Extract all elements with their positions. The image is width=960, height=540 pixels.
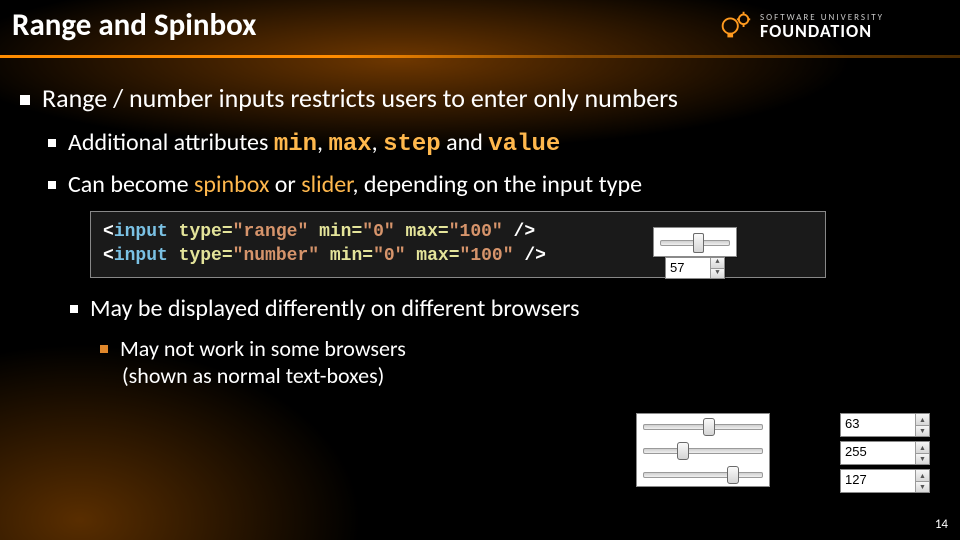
spinner-buttons[interactable]: ▲▼ <box>710 258 724 278</box>
chevron-up-icon[interactable]: ▲ <box>710 258 724 269</box>
chevron-up-icon[interactable]: ▲ <box>915 470 929 482</box>
text: , <box>372 128 383 157</box>
text: , depending on the input type <box>352 170 642 199</box>
number-value[interactable]: 127 <box>841 470 915 492</box>
logo: SOFTWARE UNIVERSITY FOUNDATION <box>716 4 946 48</box>
text: (shown as normal text-boxes) <box>122 362 384 389</box>
range-slider-demo[interactable] <box>653 227 737 257</box>
text: or <box>269 170 301 199</box>
chevron-down-icon[interactable]: ▼ <box>915 426 929 437</box>
text: May be displayed differently on differen… <box>90 294 580 323</box>
text: and <box>441 128 489 157</box>
lightbulb-gear-icon <box>716 7 754 45</box>
bullet-1: Range / number inputs restricts users to… <box>20 82 940 114</box>
number-spinbox-demo[interactable]: 57 ▲▼ <box>665 257 725 279</box>
chevron-up-icon[interactable]: ▲ <box>915 414 929 426</box>
slider-demo[interactable] <box>637 462 769 486</box>
bullet-2c: May be displayed differently on differen… <box>70 294 940 323</box>
number-value[interactable]: 63 <box>841 414 915 436</box>
bullet-icon <box>48 139 56 147</box>
number-spinbox-demo[interactable]: 63▲▼ <box>840 413 930 437</box>
chevron-down-icon[interactable]: ▼ <box>915 454 929 465</box>
bullet-1-text: Range / number inputs restricts users to… <box>42 82 678 114</box>
attr-step: step <box>383 131 441 158</box>
slider-group-demo <box>636 413 770 487</box>
slider-demo[interactable] <box>637 414 769 438</box>
text: May not work in some browsers <box>120 335 406 362</box>
attr-min: min <box>274 131 317 158</box>
slide-title: Range and Spinbox <box>12 6 256 44</box>
kw-slider: slider <box>301 170 352 199</box>
text: Can become <box>68 170 194 199</box>
logo-text-lower: FOUNDATION <box>760 22 884 40</box>
bullet-icon <box>100 345 108 353</box>
page-number: 14 <box>935 517 948 532</box>
text: , <box>317 128 328 157</box>
chevron-up-icon[interactable]: ▲ <box>915 442 929 454</box>
attr-value: value <box>488 131 560 158</box>
text: Additional attributes <box>68 128 274 157</box>
bullet-3: May not work in some browsers (shown as … <box>100 335 940 389</box>
number-value[interactable]: 255 <box>841 442 915 464</box>
number-spinbox-demo[interactable]: 255▲▼ <box>840 441 930 465</box>
chevron-down-icon[interactable]: ▼ <box>710 269 724 279</box>
attr-max: max <box>328 131 371 158</box>
title-underline <box>0 55 960 58</box>
bullet-icon <box>48 181 56 189</box>
number-value[interactable]: 57 <box>666 258 710 278</box>
chevron-down-icon[interactable]: ▼ <box>915 482 929 493</box>
bullet-icon <box>20 95 30 105</box>
number-spinbox-demo[interactable]: 127▲▼ <box>840 469 930 493</box>
bullet-2b: Can become spinbox or slider, depending … <box>48 170 940 199</box>
kw-spinbox: spinbox <box>194 170 269 199</box>
code-block: <input type="range" min="0" max="100" />… <box>90 211 826 278</box>
slider-demo[interactable] <box>637 438 769 462</box>
number-group-demo: 63▲▼ 255▲▼ 127▲▼ <box>840 413 930 491</box>
bullet-icon <box>70 305 78 313</box>
bullet-2a: Additional attributes min, max, step and… <box>48 128 940 158</box>
content: Range / number inputs restricts users to… <box>20 82 940 389</box>
